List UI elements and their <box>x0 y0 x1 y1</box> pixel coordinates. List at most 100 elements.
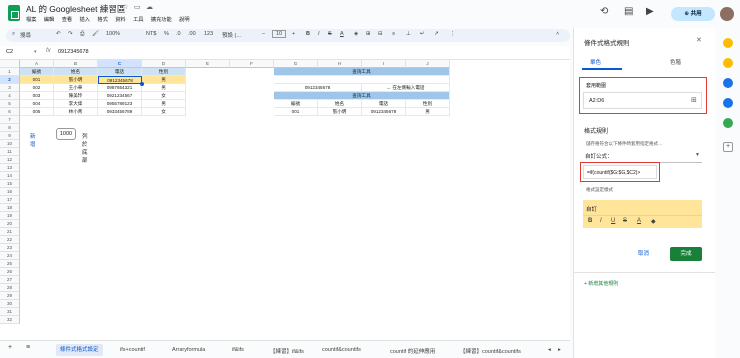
tab-scroll-right-icon[interactable]: ▸ <box>558 347 561 353</box>
increase-decimal-button[interactable]: .00 <box>188 31 196 37</box>
text-rotate-icon[interactable]: ↗ <box>434 31 439 37</box>
add-sheet-icon[interactable]: + <box>8 344 12 351</box>
row-header-18[interactable]: 18 <box>0 204 20 212</box>
row-header-14[interactable]: 14 <box>0 172 20 180</box>
avatar[interactable] <box>720 7 734 21</box>
row-header-32[interactable]: 32 <box>0 316 20 324</box>
row-header-28[interactable]: 28 <box>0 284 20 292</box>
row-header-3[interactable]: 3 <box>0 84 20 92</box>
bold-icon[interactable]: B <box>306 31 310 37</box>
cloud-saved-icon[interactable]: ☁ <box>146 3 153 11</box>
fill-color-icon[interactable]: ◈ <box>354 31 358 37</box>
lookup-title[interactable]: 查詢工具 <box>274 68 450 76</box>
font-size-increase-icon[interactable]: + <box>292 31 295 37</box>
move-folder-icon[interactable]: ▭ <box>134 3 141 11</box>
lookup-input-cell[interactable]: 0912345678 <box>274 84 362 92</box>
menu-extensions[interactable]: 擴充功能 <box>151 17 172 23</box>
table-cell[interactable]: 女 <box>142 108 186 116</box>
row-header-16[interactable]: 16 <box>0 188 20 196</box>
column-header-i[interactable]: I <box>362 60 406 68</box>
table-cell[interactable]: 男 <box>142 100 186 108</box>
align-left-icon[interactable]: ≡ <box>392 31 395 37</box>
custom-formula-input[interactable]: =if(countif($G:$G,$C2)> <box>583 165 657 179</box>
menu-data[interactable]: 資料 <box>115 17 125 23</box>
row-header-7[interactable]: 7 <box>0 116 20 124</box>
table-header-cell[interactable]: 姓名 <box>54 68 98 76</box>
row-header-27[interactable]: 27 <box>0 276 20 284</box>
add-rows-count-input[interactable]: 1000 <box>56 128 76 140</box>
row-header-21[interactable]: 21 <box>0 228 20 236</box>
history-icon[interactable]: ⟲ <box>600 6 608 17</box>
search-label[interactable]: 搜尋 <box>20 31 31 39</box>
column-header-d[interactable]: D <box>142 60 186 68</box>
menu-file[interactable]: 檔案 <box>26 17 36 23</box>
style-italic-icon[interactable]: I <box>600 218 602 224</box>
column-header-c[interactable]: C <box>98 60 142 68</box>
row-header-26[interactable]: 26 <box>0 268 20 276</box>
style-underline-icon[interactable]: U <box>611 218 615 224</box>
column-header-g[interactable]: G <box>274 60 318 68</box>
add-rule-button[interactable]: + 新增其他規則 <box>584 280 618 287</box>
row-header-17[interactable]: 17 <box>0 196 20 204</box>
menu-edit[interactable]: 編輯 <box>44 17 54 23</box>
row-header-6[interactable]: 6 <box>0 108 20 116</box>
row-header-5[interactable]: 5 <box>0 100 20 108</box>
lookup-header-cell[interactable]: 電話 <box>362 100 406 108</box>
name-box-dropdown-icon[interactable]: ▾ <box>34 49 37 55</box>
font-select[interactable]: 預設 (... <box>222 31 241 39</box>
tab-sheet-6[interactable]: countif 的延伸應用 <box>390 347 435 355</box>
row-header-25[interactable]: 25 <box>0 260 20 268</box>
row-header-1[interactable]: 1 <box>0 68 20 76</box>
table-cell[interactable]: 0921234567 <box>98 92 142 100</box>
row-header-23[interactable]: 23 <box>0 244 20 252</box>
lookup-result-cell[interactable]: 001 <box>274 108 318 116</box>
currency-button[interactable]: NT$ <box>146 31 156 37</box>
contacts-icon[interactable] <box>723 98 733 108</box>
lookup-spacer[interactable] <box>274 76 450 84</box>
tab-sheet-1[interactable]: ifs+countif <box>120 347 145 353</box>
select-range-icon[interactable]: ⊞ <box>691 96 697 104</box>
text-color-icon[interactable]: A <box>340 31 344 37</box>
document-title[interactable]: AL 的 Googlesheet 練習區 <box>26 3 125 15</box>
meet-icon[interactable]: ▶ <box>646 6 654 17</box>
menu-insert[interactable]: 插入 <box>80 17 90 23</box>
row-header-10[interactable]: 10 <box>0 140 20 148</box>
range-input[interactable]: A2:D6 ⊞ <box>583 92 702 109</box>
row-header-12[interactable]: 12 <box>0 156 20 164</box>
table-cell[interactable]: 0955789123 <box>98 100 142 108</box>
column-header-f[interactable]: F <box>230 60 274 68</box>
comment-icon[interactable]: ▤ <box>624 6 633 17</box>
font-size-input[interactable]: 10 <box>272 30 287 38</box>
table-cell[interactable]: 002 <box>20 84 54 92</box>
table-header-cell[interactable]: 性別 <box>142 68 186 76</box>
row-header-20[interactable]: 20 <box>0 220 20 228</box>
row-header-8[interactable]: 8 <box>0 124 20 132</box>
decrease-decimal-button[interactable]: .0 <box>176 31 181 37</box>
print-icon[interactable]: ⎙ <box>80 31 84 38</box>
done-button[interactable]: 完成 <box>670 247 702 261</box>
column-header-b[interactable]: B <box>54 60 98 68</box>
table-cell[interactable]: 003 <box>20 92 54 100</box>
tab-sheet-3[interactable]: if&ifs <box>232 347 244 353</box>
row-header-22[interactable]: 22 <box>0 236 20 244</box>
table-cell[interactable]: 張小明 <box>54 76 98 84</box>
calendar-icon[interactable] <box>723 38 733 48</box>
menu-view[interactable]: 查看 <box>62 17 72 23</box>
collapse-toolbar-icon[interactable]: ˄ <box>556 31 559 37</box>
style-bold-icon[interactable]: B <box>588 218 592 224</box>
row-header-29[interactable]: 29 <box>0 292 20 300</box>
selection-handle[interactable] <box>140 82 144 86</box>
style-strikethrough-icon[interactable]: S <box>623 218 627 224</box>
style-text-color-icon[interactable]: A <box>637 218 641 224</box>
more-options-icon[interactable]: ⋮ <box>450 31 456 37</box>
table-cell[interactable]: 0987654321 <box>98 84 142 92</box>
tab-single-color[interactable]: 單色 <box>590 58 601 66</box>
add-rows-button[interactable]: 新增 <box>30 132 36 148</box>
row-header-24[interactable]: 24 <box>0 252 20 260</box>
table-header-cell[interactable]: 電話 <box>98 68 142 76</box>
tab-sheet-7[interactable]: 【練習】countif&countifs <box>460 347 521 355</box>
lookup-result-cell[interactable]: 男 <box>406 108 450 116</box>
search-icon[interactable]: ⌕ <box>12 31 15 38</box>
column-header-e[interactable]: E <box>186 60 230 68</box>
tab-sheet-4[interactable]: 【練習】if&ifs <box>270 347 304 355</box>
